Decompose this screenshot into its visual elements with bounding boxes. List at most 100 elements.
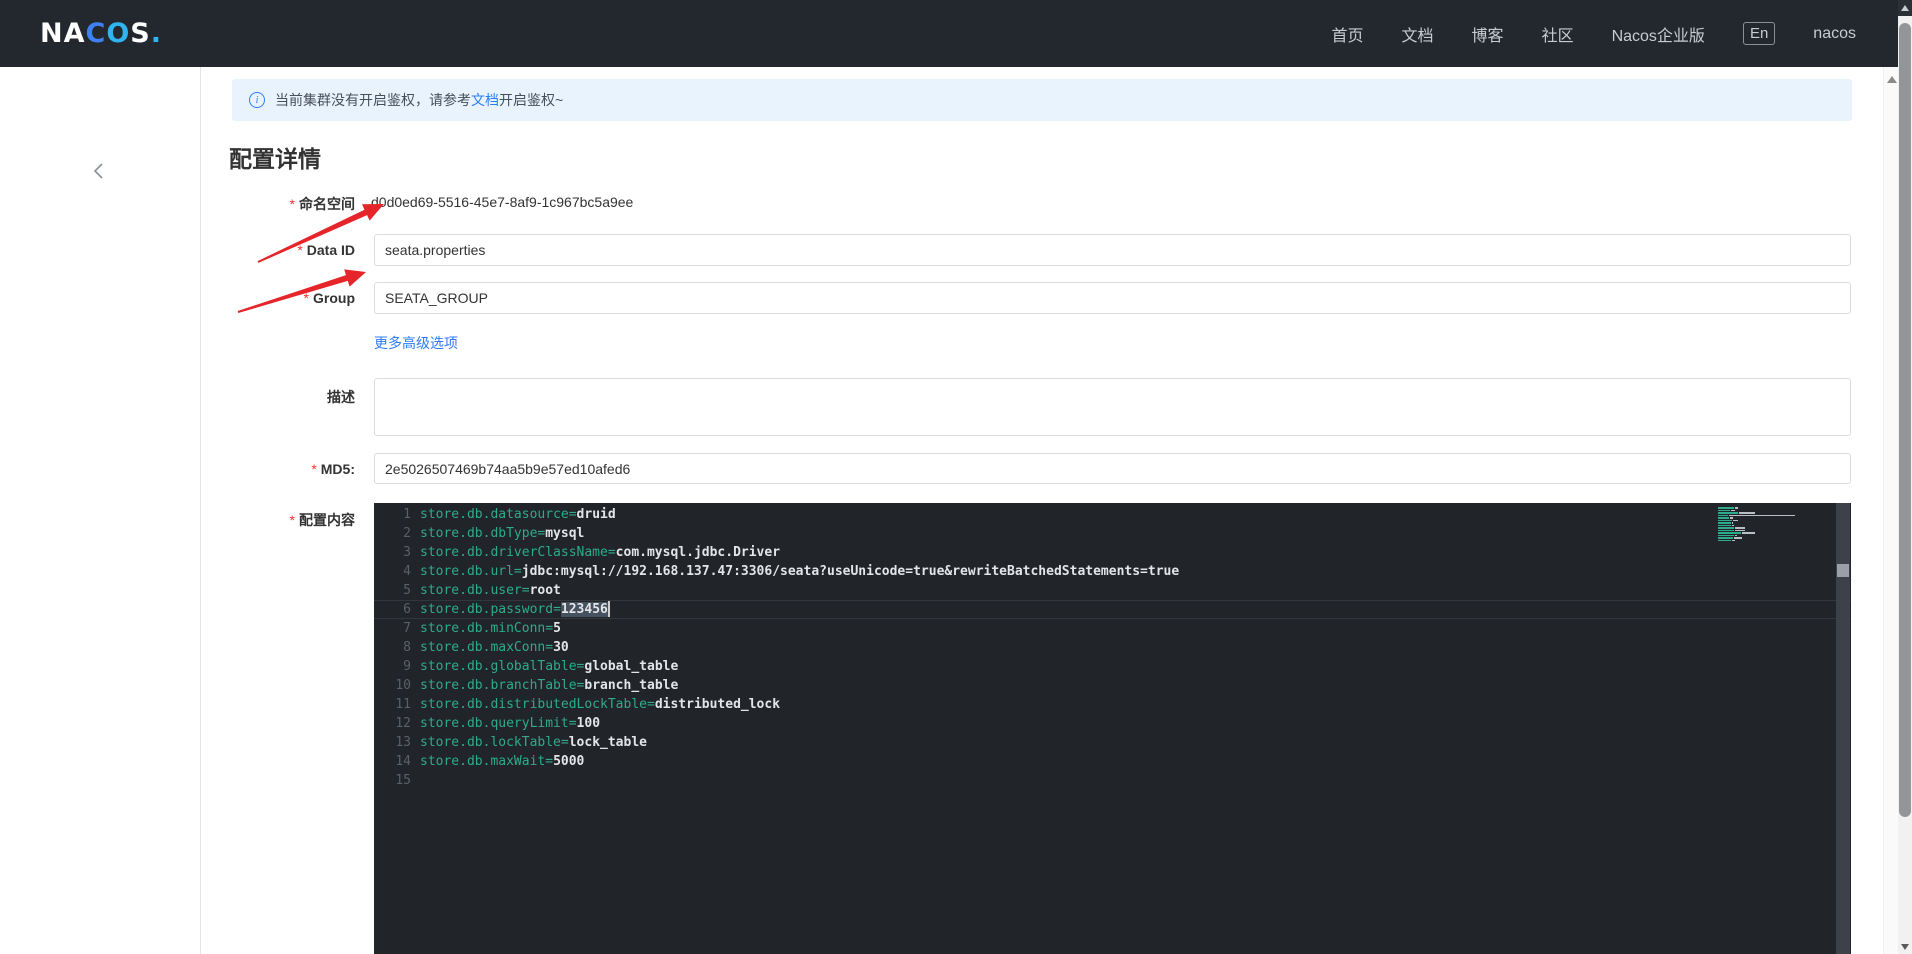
scroll-down-arrow-icon[interactable] — [1901, 944, 1909, 950]
nav-item-nacos[interactable]: nacos — [1813, 25, 1856, 43]
minimap-value-bar — [1733, 537, 1742, 539]
minimap-key-bar — [1718, 537, 1733, 539]
code-line[interactable]: 4 store.db.url = jdbc:mysql://192.168.137.4… — [374, 562, 1851, 581]
minimap-key-bar — [1718, 509, 1731, 511]
data-id-label: * Data ID — [297, 242, 355, 258]
line-number: 13 — [395, 735, 411, 750]
minimap-key-bar — [1718, 534, 1734, 536]
minimap-value-bar — [1734, 507, 1739, 509]
property-key: store.db.queryLimit — [420, 716, 569, 731]
minimap-key-bar — [1718, 514, 1729, 516]
code-lines: 1 store.db.datasource = druid 2 store.db.dbTy… — [374, 505, 1851, 790]
line-number: 5 — [403, 583, 411, 598]
line-number: 7 — [403, 621, 411, 636]
code-line[interactable]: 8 store.db.maxConn = 30 — [374, 638, 1851, 657]
code-line[interactable]: 14 store.db.maxWait = 5000 — [374, 752, 1851, 771]
equals-delimiter: = — [545, 640, 554, 655]
nav-item-En[interactable]: En — [1742, 22, 1776, 45]
line-number: 9 — [403, 659, 411, 674]
property-key: store.db.password — [420, 602, 554, 617]
code-line[interactable]: 5 store.db.user = root — [374, 581, 1851, 600]
content-scrollbar[interactable] — [1883, 67, 1899, 954]
editor-minimap[interactable] — [1718, 507, 1798, 542]
minimap-value-bar — [1732, 524, 1734, 526]
code-line[interactable]: 3 store.db.driverClassName = com.mysql.jdbc… — [374, 543, 1851, 562]
editor-scrollbar[interactable] — [1836, 503, 1850, 954]
page-title: 配置详情 — [229, 146, 321, 172]
code-line[interactable]: 9 store.db.globalTable = global_table — [374, 657, 1851, 676]
property-key: store.db.branchTable — [420, 678, 577, 693]
data-id-input[interactable] — [374, 234, 1851, 266]
equals-delimiter: = — [560, 735, 569, 750]
scroll-up-arrow-icon — [1901, 5, 1909, 11]
logo-letter: S — [130, 18, 151, 49]
alert-docs-link[interactable]: 文档 — [471, 90, 499, 110]
sidebar-collapse-button[interactable] — [90, 161, 110, 181]
equals-delimiter: = — [568, 507, 577, 522]
minimap-value-bar — [1733, 519, 1738, 521]
minimap-line — [1718, 537, 1798, 539]
page-scrollbar-thumb[interactable] — [1899, 23, 1911, 817]
alert-text-after: 开启鉴权~ — [499, 92, 564, 108]
minimap-value-bar — [1735, 527, 1745, 529]
editor-scrollbar-thumb[interactable] — [1837, 564, 1849, 577]
minimap-key-bar — [1718, 517, 1729, 519]
code-line[interactable]: 15 — [374, 771, 1851, 790]
scroll-up-arrow-icon[interactable] — [1887, 76, 1897, 83]
code-line[interactable]: 10 store.db.branchTable = branch_table — [374, 676, 1851, 695]
equals-delimiter: = — [553, 602, 561, 617]
nacos-logo[interactable]: NACOS. — [40, 18, 162, 49]
equals-delimiter: = — [576, 659, 585, 674]
property-key: store.db.maxConn — [420, 640, 546, 655]
nav-item-首页[interactable]: 首页 — [1332, 22, 1364, 46]
line-number: 15 — [395, 773, 411, 788]
code-line[interactable]: 13 store.db.lockTable = lock_table — [374, 733, 1851, 752]
line-number: 10 — [395, 678, 411, 693]
minimap-line — [1718, 509, 1798, 511]
minimap-value-bar — [1731, 509, 1736, 511]
group-input[interactable] — [374, 282, 1851, 314]
property-value: com.mysql.jdbc.Driver — [615, 545, 781, 560]
code-line[interactable]: 6 store.db.password = 123456 — [374, 600, 1851, 619]
minimap-key-bar — [1718, 527, 1735, 529]
page-scrollbar[interactable] — [1898, 0, 1912, 954]
more-advanced-options-link[interactable]: 更多高级选项 — [374, 333, 458, 353]
code-line[interactable]: 12 store.db.queryLimit = 100 — [374, 714, 1851, 733]
property-value: 5 — [553, 621, 561, 636]
logo-letter: C — [85, 18, 107, 49]
nav-item-社区[interactable]: 社区 — [1542, 22, 1574, 46]
equals-delimiter: = — [545, 621, 554, 636]
group-label: * Group — [303, 290, 355, 306]
nav-item-博客[interactable]: 博客 — [1472, 22, 1504, 46]
minimap-key-bar — [1718, 512, 1738, 514]
minimap-key-bar — [1718, 524, 1732, 526]
minimap-key-bar — [1718, 522, 1732, 524]
property-key: store.db.user — [420, 583, 522, 598]
selected-text: 123456 — [560, 602, 608, 617]
equals-delimiter: = — [513, 564, 522, 579]
code-line[interactable]: 7 store.db.minConn = 5 — [374, 619, 1851, 638]
description-textarea[interactable] — [374, 378, 1851, 436]
minimap-line — [1718, 519, 1798, 521]
property-value: lock_table — [568, 735, 647, 750]
config-content-editor[interactable]: 1 store.db.datasource = druid 2 store.db.dbTy… — [374, 503, 1851, 954]
code-line[interactable]: 11 store.db.distributedLockTable = distribu… — [374, 695, 1851, 714]
top-nav: 首页 文档 博客 社区 Nacos企业版 En nacos — [1332, 22, 1856, 46]
code-line[interactable]: 2 store.db.dbType = mysql — [374, 524, 1851, 543]
property-value: 5000 — [553, 754, 585, 769]
nav-item-文档[interactable]: 文档 — [1402, 22, 1434, 46]
namespace-value: d0d0ed69-5516-45e7-8af9-1c967bc5a9ee — [371, 194, 634, 210]
required-star: * — [289, 196, 295, 212]
info-circle-icon: i — [249, 92, 265, 108]
minimap-line — [1718, 532, 1798, 534]
minimap-key-bar — [1718, 507, 1734, 509]
text-cursor — [607, 600, 610, 617]
nav-item-Nacos企业版[interactable]: Nacos企业版 — [1612, 22, 1705, 46]
minimap-line — [1718, 527, 1798, 529]
md5-input[interactable] — [374, 453, 1851, 484]
required-star: * — [303, 290, 309, 306]
property-key: store.db.maxWait — [420, 754, 546, 769]
code-line[interactable]: 1 store.db.datasource = druid — [374, 505, 1851, 524]
page-scroll-up-button[interactable] — [1898, 0, 1912, 16]
minimap-line — [1718, 514, 1798, 516]
